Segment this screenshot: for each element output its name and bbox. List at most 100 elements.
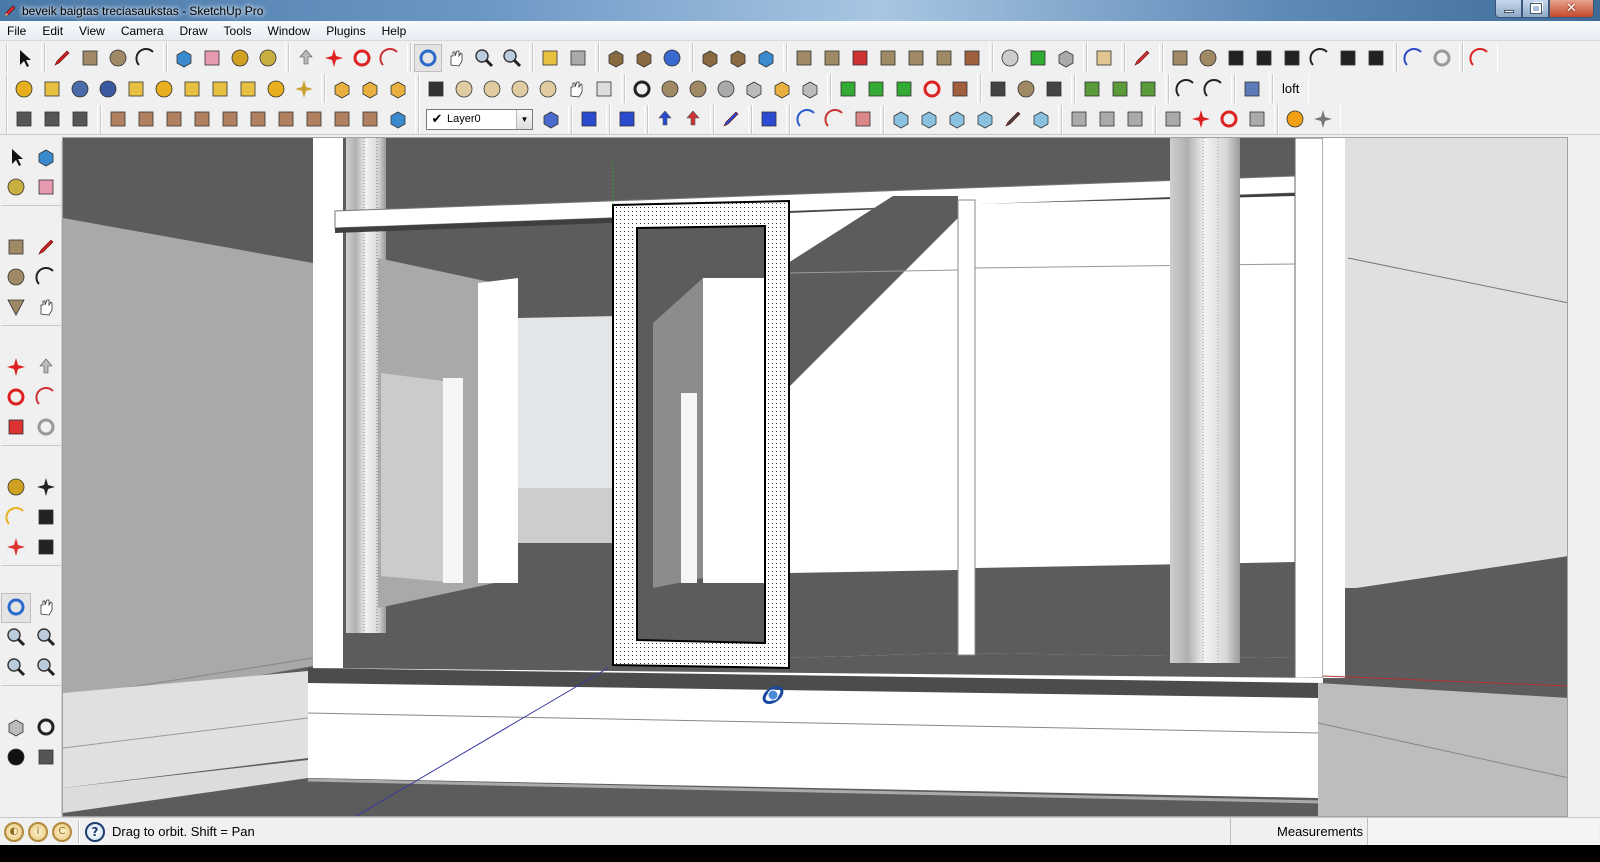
section-plane-button[interactable] [10, 105, 38, 133]
surface-color-button[interactable] [216, 105, 244, 133]
left-eraser-button[interactable] [31, 173, 61, 203]
shell-button[interactable] [996, 44, 1024, 72]
chevron-down-icon[interactable]: ▼ [516, 109, 532, 129]
menu-draw[interactable]: Draw [172, 21, 216, 41]
end-square-button[interactable] [984, 75, 1012, 103]
left-orbit-button[interactable] [1, 593, 31, 623]
tools-wrench-button[interactable] [1309, 105, 1337, 133]
left-protractor-button[interactable] [1, 503, 31, 533]
offset-button[interactable] [1428, 44, 1456, 72]
surface-component-button[interactable] [384, 105, 412, 133]
zoom-button[interactable] [470, 44, 498, 72]
layer-manager-button[interactable] [537, 105, 565, 133]
end-star-button[interactable] [1040, 75, 1068, 103]
help-question-button[interactable] [94, 75, 122, 103]
menu-help[interactable]: Help [374, 21, 415, 41]
camera-solid-button[interactable] [768, 75, 796, 103]
cloud-parallelogram-button[interactable] [1278, 44, 1306, 72]
lock-circle-button[interactable] [684, 75, 712, 103]
terrain-pin-button[interactable] [1093, 105, 1121, 133]
menu-file[interactable]: File [0, 21, 34, 41]
surface-half-button[interactable] [188, 105, 216, 133]
from-scratch-button[interactable] [818, 44, 846, 72]
menu-edit[interactable]: Edit [34, 21, 71, 41]
curviloft-button[interactable] [1090, 44, 1118, 72]
left-3d-text-button[interactable] [31, 533, 61, 563]
3d-viewport[interactable] [62, 137, 1568, 817]
cloud-freehand-button[interactable] [1362, 44, 1390, 72]
sphere-outline-button[interactable] [262, 75, 290, 103]
menu-plugins[interactable]: Plugins [318, 21, 373, 41]
cloud-ellipse-button[interactable] [1250, 44, 1278, 72]
grass-erase-button[interactable] [1134, 75, 1162, 103]
left-rotate-button[interactable] [1, 383, 31, 413]
arc-bend-2-button[interactable] [1200, 75, 1228, 103]
left-walk-button[interactable] [1, 743, 31, 773]
surface-half-2-button[interactable] [356, 105, 384, 133]
spotlight-button[interactable] [206, 75, 234, 103]
left-axes-button[interactable] [1, 533, 31, 563]
rotate-button[interactable] [348, 44, 376, 72]
cube-blue-button[interactable] [887, 105, 915, 133]
move-button[interactable] [320, 44, 348, 72]
blob-1-button[interactable] [450, 75, 478, 103]
surface-frame-button[interactable] [244, 105, 272, 133]
blob-2-button[interactable] [478, 75, 506, 103]
end-circle-button[interactable] [1012, 75, 1040, 103]
surface-mesh-button[interactable] [104, 105, 132, 133]
r-badge-button[interactable] [66, 75, 94, 103]
left-pencil-line-button[interactable] [31, 233, 61, 263]
cube-gray-button[interactable] [943, 105, 971, 133]
camera-frustum-button[interactable] [740, 75, 768, 103]
light-button[interactable] [178, 75, 206, 103]
left-rectangle-button[interactable] [1, 233, 31, 263]
geo-location-icon[interactable]: ◐ [4, 821, 24, 842]
hand-grab-button[interactable] [562, 75, 590, 103]
curl-red-button[interactable] [821, 105, 849, 133]
area-light-button[interactable] [234, 75, 262, 103]
cloud-rectangle-button[interactable] [1166, 44, 1194, 72]
m-badge-button[interactable] [10, 75, 38, 103]
surface-t-button[interactable] [132, 105, 160, 133]
push-rotate-button[interactable] [918, 75, 946, 103]
follow-me-button[interactable] [376, 44, 404, 72]
menu-camera[interactable]: Camera [113, 21, 172, 41]
terrain-rotate-button[interactable] [1215, 105, 1243, 133]
add-detail-button[interactable] [930, 44, 958, 72]
solid-intersect-button[interactable] [356, 75, 384, 103]
orange-compass-button[interactable] [1281, 105, 1309, 133]
terrain-move-button[interactable] [1187, 105, 1215, 133]
left-arc-button[interactable] [31, 263, 61, 293]
left-next-view-button[interactable] [31, 653, 61, 683]
eraser-button[interactable] [198, 44, 226, 72]
rectangle-button[interactable] [76, 44, 104, 72]
target-plus-button[interactable] [628, 75, 656, 103]
surface-layer-button[interactable] [272, 105, 300, 133]
left-follow-me-button[interactable] [31, 383, 61, 413]
film-reel-button[interactable] [712, 75, 740, 103]
menu-window[interactable]: Window [260, 21, 319, 41]
restore-button[interactable] [1522, 0, 1549, 18]
left-zoom-button[interactable] [1, 623, 31, 653]
tag-f-button[interactable] [122, 75, 150, 103]
terrain-push-button[interactable] [1065, 105, 1093, 133]
face-blue-button[interactable] [613, 105, 641, 133]
terrain-stamp-button[interactable] [1243, 105, 1271, 133]
blend-image-button[interactable] [422, 75, 450, 103]
share-model-button[interactable] [724, 44, 752, 72]
minimize-button[interactable] [1495, 0, 1522, 18]
delete-cameras-button[interactable] [796, 75, 824, 103]
left-paint-bucket-button[interactable] [1, 173, 31, 203]
pan-button[interactable] [442, 44, 470, 72]
terrain-brush-button[interactable] [1121, 105, 1149, 133]
twist-face-button[interactable] [575, 105, 603, 133]
blob-3-button[interactable] [506, 75, 534, 103]
joint-push-v-button[interactable] [862, 75, 890, 103]
smoove-button[interactable] [846, 44, 874, 72]
eye-circle-button[interactable] [656, 75, 684, 103]
terrain-rainbow-button[interactable] [1159, 105, 1187, 133]
surface-grid-t-button[interactable] [300, 105, 328, 133]
blob-4-button[interactable] [534, 75, 562, 103]
measurements-input[interactable] [1367, 818, 1599, 846]
surface-grid-button[interactable] [328, 105, 356, 133]
